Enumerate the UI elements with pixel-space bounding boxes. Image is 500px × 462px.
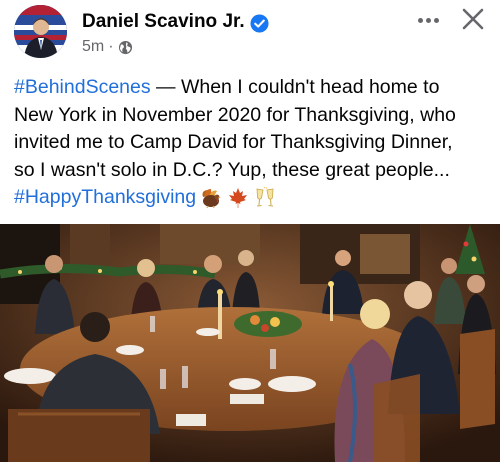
close-icon[interactable]: [458, 4, 488, 34]
post-line: so I wasn't solo in D.C.? Yup, these gre…: [14, 158, 450, 181]
post-line: #BehindScenes — When I couldn't head hom…: [14, 74, 494, 102]
meta-separator: ·: [108, 38, 114, 55]
hashtag-behindscenes[interactable]: #BehindScenes: [14, 76, 151, 98]
more-options-dot: [425, 17, 431, 23]
dinner-table-photo[interactable]: [0, 224, 500, 462]
more-options-dot: [433, 17, 439, 23]
post-text-segment: — When I couldn't head home to: [150, 76, 440, 98]
author-name[interactable]: Daniel Scavino Jr.: [82, 11, 245, 33]
more-options-icon: [417, 17, 423, 23]
post-header: Daniel Scavino Jr. 5m ·: [0, 0, 500, 70]
post-line: #HappyThanksgiving: [14, 184, 494, 212]
post-line: invited me to Camp David for Thanksgivin…: [14, 131, 453, 153]
post-meta: 5m ·: [82, 38, 133, 56]
clinking-glasses-icon: [256, 186, 274, 207]
post-timestamp[interactable]: 5m: [82, 38, 104, 56]
avatar[interactable]: [14, 5, 67, 58]
more-options-button[interactable]: [411, 6, 445, 34]
verified-badge-icon: [250, 14, 269, 33]
hashtag-happythanksgiving[interactable]: #HappyThanksgiving: [14, 186, 196, 208]
emoji-row: [200, 186, 276, 209]
turkey-icon: [202, 188, 222, 209]
post-line: New York in November 2020 for Thanksgivi…: [14, 103, 456, 126]
globe-icon[interactable]: [118, 40, 133, 55]
post-text: #BehindScenes — When I couldn't head hom…: [14, 74, 494, 212]
maple-leaf-icon: [229, 187, 248, 208]
